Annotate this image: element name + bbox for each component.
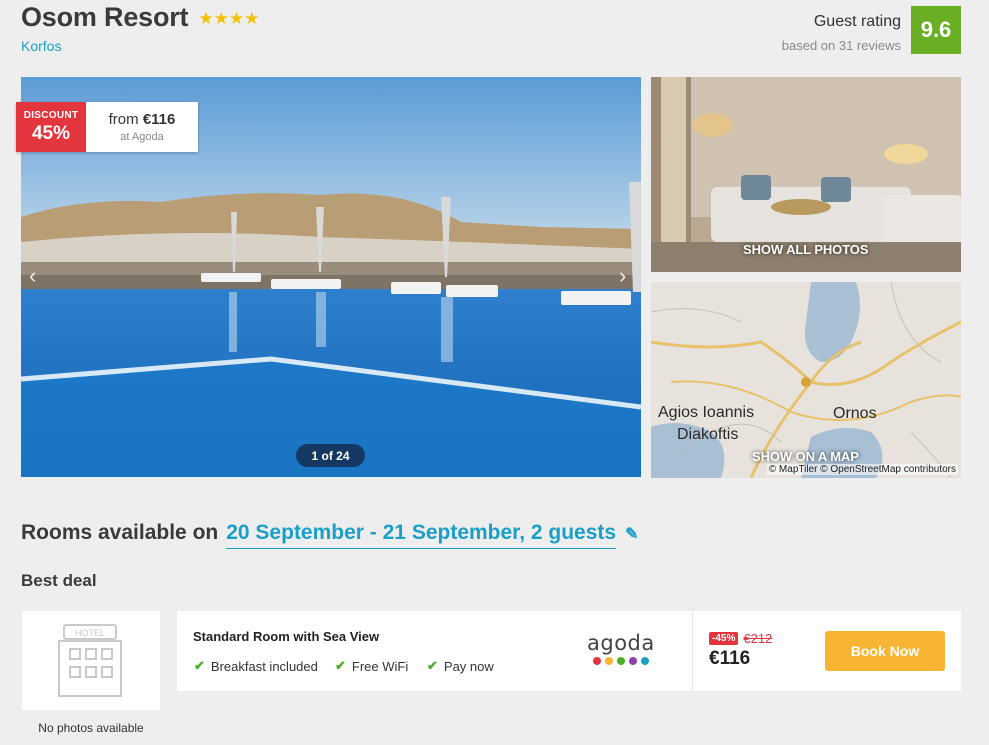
map-attribution[interactable]: © MapTiler © OpenStreetMap contributors (766, 464, 958, 475)
map-town-agios-ioannis: Agios Ioannis (658, 404, 755, 421)
checkmark-icon: ✔ (427, 658, 438, 673)
current-price: €116 (709, 648, 751, 669)
guest-rating-label: Guest rating (813, 13, 901, 30)
amenity-label: Pay now (443, 658, 494, 674)
deal-card[interactable]: Standard Room with Sea View ✔ Breakfast … (177, 611, 961, 691)
show-all-photos-label[interactable]: SHOW ALL PHOTOS (743, 242, 868, 257)
provider-logo-text: agoda (587, 631, 655, 655)
from-prefix: from (108, 111, 139, 128)
dot (592, 657, 601, 665)
map-tile[interactable]: Agios Ioannis Diakoftis Ornos SHOW ON A … (651, 282, 961, 478)
discount-label: DISCOUNT (23, 110, 79, 121)
discount-badge[interactable]: DISCOUNT 45% from €116 at Agoda (16, 102, 198, 152)
divider (692, 611, 693, 691)
checkmark-icon: ✔ (335, 658, 346, 673)
map-town-ornos: Ornos (833, 405, 877, 422)
discount-percent: 45% (31, 123, 71, 144)
review-count[interactable]: based on 31 reviews (782, 38, 901, 53)
rooms-available-heading: Rooms available on 20 September - 21 Sep… (21, 521, 638, 549)
no-photo-placeholder: HOTEL (22, 611, 160, 710)
no-photos-text: No photos available (38, 721, 144, 735)
best-deal-heading: Best deal (21, 571, 97, 590)
agoda-logo: agoda (587, 633, 655, 665)
rating-score-badge: 9.6 (911, 6, 961, 54)
amenity-label: Breakfast included (210, 658, 318, 674)
next-photo-icon[interactable]: › (619, 263, 626, 289)
hotel-sign-text: HOTEL (75, 628, 105, 638)
discount-tag: -45% (709, 632, 739, 645)
hotel-location-link[interactable]: Korfos (21, 38, 61, 54)
from-price-value: €116 (142, 111, 176, 128)
amenity-label: Free WiFi (351, 658, 409, 674)
old-price-row: -45% €212 (709, 631, 772, 646)
rooms-dates-link[interactable]: 20 September - 21 September, 2 guests (226, 521, 617, 549)
dot (604, 657, 613, 665)
original-price: €212 (743, 631, 773, 646)
agoda-dots (587, 657, 655, 665)
price-provider: at Agoda (120, 131, 164, 143)
from-price: from €116 (86, 111, 198, 128)
from-price-box: from €116 at Agoda (86, 102, 198, 152)
dot (640, 657, 649, 665)
book-now-button[interactable]: Book Now (825, 631, 945, 671)
show-on-map-label[interactable]: SHOW ON A MAP (752, 449, 859, 464)
dot (616, 657, 625, 665)
amenity-breakfast: ✔ Breakfast included (194, 658, 318, 674)
dot (628, 657, 637, 665)
photo-counter: 1 of 24 (296, 444, 365, 467)
star-rating: ★★★★ (198, 10, 259, 27)
amenity-wifi: ✔ Free WiFi (335, 658, 408, 674)
pencil-icon[interactable]: ✎ (625, 524, 638, 544)
checkmark-icon: ✔ (194, 658, 205, 673)
amenity-pay-now: ✔ Pay now (427, 658, 494, 674)
star-icon: ★★★★ (198, 9, 260, 28)
map-town-diakoftis: Diakoftis (677, 426, 739, 443)
hotel-icon: HOTEL (58, 624, 122, 697)
previous-photo-icon[interactable]: ‹ (29, 263, 36, 289)
hotel-title-row: Osom Resort ★★★★ (21, 2, 259, 33)
discount-percent-box: DISCOUNT 45% (16, 102, 86, 152)
show-all-photos-tile[interactable]: SHOW ALL PHOTOS (651, 77, 961, 272)
rooms-heading-text: Rooms available on (21, 521, 219, 544)
room-name[interactable]: Standard Room with Sea View (193, 629, 379, 644)
hotel-name: Osom Resort (21, 2, 189, 32)
